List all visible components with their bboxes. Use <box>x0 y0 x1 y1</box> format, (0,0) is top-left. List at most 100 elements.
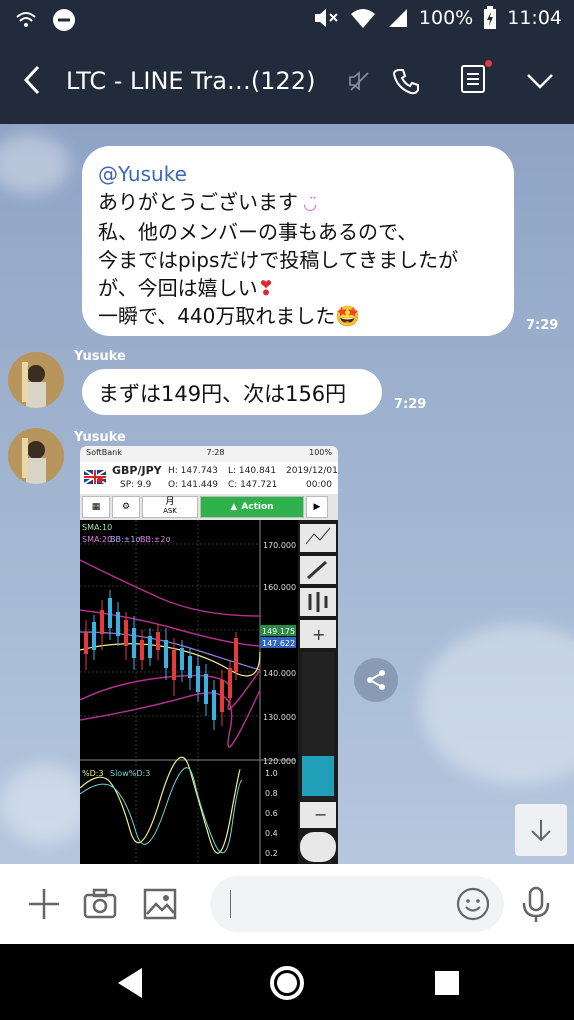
osc-tick-label: 0.6 <box>265 809 278 818</box>
osc-tick-label: 0.2 <box>265 849 278 858</box>
wifi-icon <box>350 9 375 28</box>
notes-button[interactable] <box>460 60 492 98</box>
share-icon <box>367 670 385 690</box>
screenshot-date: 2019/12/01 <box>286 466 338 476</box>
notification-dot <box>485 60 492 67</box>
scroll-down-button[interactable] <box>515 804 567 856</box>
price-low-tag: 147.622 <box>262 639 295 648</box>
microphone-icon[interactable] <box>520 886 552 924</box>
background-cloud <box>0 134 70 194</box>
price-high-tag: 149.175 <box>262 627 295 636</box>
message-time: 7:29 <box>394 397 427 412</box>
screenshot-open: O: 141.449 <box>168 480 219 490</box>
action-label: Action <box>241 502 274 512</box>
message-bubble[interactable]: まずは149円、次は156円 <box>82 369 382 415</box>
message-line: 一瞬で、440万取れました <box>98 304 336 328</box>
wifi-calling-icon <box>16 12 36 27</box>
y-tick-label: 160.000 <box>263 583 296 592</box>
y-tick-label: 170.000 <box>263 541 296 550</box>
candlestick-chart: SMA:10 SMA:20 BB:±1σ BB:±2σ 170.000 160.… <box>80 520 338 864</box>
sma10-label: SMA:10 <box>82 523 112 532</box>
arrow-down-icon <box>531 820 551 842</box>
system-nav-bar <box>0 944 574 1020</box>
back-button[interactable] <box>20 64 44 100</box>
emoji-icon[interactable] <box>456 887 490 921</box>
back-nav-icon[interactable] <box>114 966 144 1000</box>
stoch-slowd-label: Slow%D:3 <box>110 769 150 778</box>
osc-tick-label: 0.8 <box>265 789 278 798</box>
share-button[interactable] <box>354 658 398 702</box>
svg-text:−: − <box>314 805 327 824</box>
home-nav-icon[interactable] <box>268 964 306 1002</box>
period-button: 月 ASK <box>142 496 198 518</box>
screenshot-time: 7:28 <box>206 448 225 457</box>
sender-name: Yusuke <box>74 349 126 364</box>
message-line: 私、他のメンバーの事もあるので、 <box>98 220 418 244</box>
heart-emoji-icon: ❣ <box>257 276 275 300</box>
chat-header: LTC - LINE Tra…(122) <box>0 40 574 124</box>
gear-icon: ⚙ <box>112 496 140 518</box>
plus-icon[interactable] <box>26 886 62 922</box>
screenshot-battery: 100% <box>309 448 332 457</box>
action-button: ▲ Action <box>200 496 304 518</box>
message-input-bar <box>0 864 574 944</box>
battery-percent: 100% <box>418 7 474 29</box>
status-bar: 100% 11:04 <box>0 0 574 40</box>
chart-screenshot-image[interactable]: SoftBank 7:28 100% GBP/JPY SP: 9.9 H: 14… <box>80 446 338 864</box>
avatar[interactable] <box>8 428 64 484</box>
star-eyes-emoji-icon: 🤩 <box>335 304 361 328</box>
screenshot-low: L: 140.841 <box>228 466 277 476</box>
do-not-disturb-icon <box>53 9 75 31</box>
camera-icon[interactable] <box>82 886 118 922</box>
image-icon[interactable] <box>142 886 178 922</box>
screenshot-hour: 00:00 <box>306 480 332 490</box>
sender-name: Yusuke <box>74 430 126 445</box>
screenshot-high: H: 147.743 <box>168 466 218 476</box>
avatar[interactable] <box>8 352 64 408</box>
background-cloud <box>0 764 90 844</box>
y-tick-label: 130.000 <box>263 713 296 722</box>
warning-icon: ▲ <box>230 502 238 512</box>
message-line: ありがとうございます <box>98 190 298 214</box>
screenshot-spread: SP: 9.9 <box>120 480 152 490</box>
chat-area[interactable]: @Yusuke ありがとうございます ◡̈ 私、他のメンバーの事もあるので、 今… <box>0 124 574 864</box>
message-line: が、今回は嬉しい <box>98 276 258 300</box>
y-tick-label: 140.000 <box>263 669 296 678</box>
bb2-label: BB:±2σ <box>140 535 171 544</box>
y-tick-label: 120.000 <box>263 757 296 766</box>
muted-notification-icon <box>349 71 369 91</box>
text-cursor <box>230 890 231 918</box>
screenshot-pair: GBP/JPY <box>112 464 162 477</box>
sma20-label: SMA:20 <box>82 535 112 544</box>
recents-nav-icon[interactable] <box>434 970 460 996</box>
mention-link[interactable]: @Yusuke <box>98 160 498 188</box>
message-time: 7:29 <box>526 318 559 333</box>
screenshot-carrier: SoftBank <box>86 448 122 457</box>
smile-emoji-icon: ◡̈ <box>298 194 318 213</box>
screenshot-toolbar: ▦ ⚙ 月 ASK ▲ Action ▶ <box>80 494 338 520</box>
message-line: 今まではpipsだけで投稿してきましたが <box>98 248 459 272</box>
osc-tick-label: 0.4 <box>265 829 278 838</box>
avatar-photo-icon <box>8 428 64 484</box>
battery-charging-icon <box>484 6 497 29</box>
grid-icon: ▦ <box>82 496 110 518</box>
play-icon: ▶ <box>306 496 328 518</box>
mute-icon <box>314 9 338 27</box>
period-label: 月 <box>165 497 175 507</box>
background-cloud <box>420 624 574 784</box>
screenshot-status-bar: SoftBank 7:28 100% <box>80 446 338 462</box>
ask-label: ASK <box>163 507 177 515</box>
avatar-photo-icon <box>8 352 64 408</box>
signal-icon <box>388 9 407 27</box>
chat-title[interactable]: LTC - LINE Tra…(122) <box>66 67 315 95</box>
message-input[interactable] <box>210 876 504 932</box>
message-bubble[interactable]: @Yusuke ありがとうございます ◡̈ 私、他のメンバーの事もあるので、 今… <box>82 146 514 336</box>
notes-icon <box>461 65 485 93</box>
screenshot-close: C: 147.721 <box>228 480 278 490</box>
chevron-down-icon[interactable] <box>526 72 554 90</box>
svg-text:+: + <box>312 625 325 644</box>
osc-tick-label: 1.0 <box>265 769 278 778</box>
call-icon[interactable] <box>392 67 420 95</box>
screenshot-quote-bar: GBP/JPY SP: 9.9 H: 147.743 O: 141.449 L:… <box>80 462 338 494</box>
uk-flag-icon <box>84 470 106 484</box>
